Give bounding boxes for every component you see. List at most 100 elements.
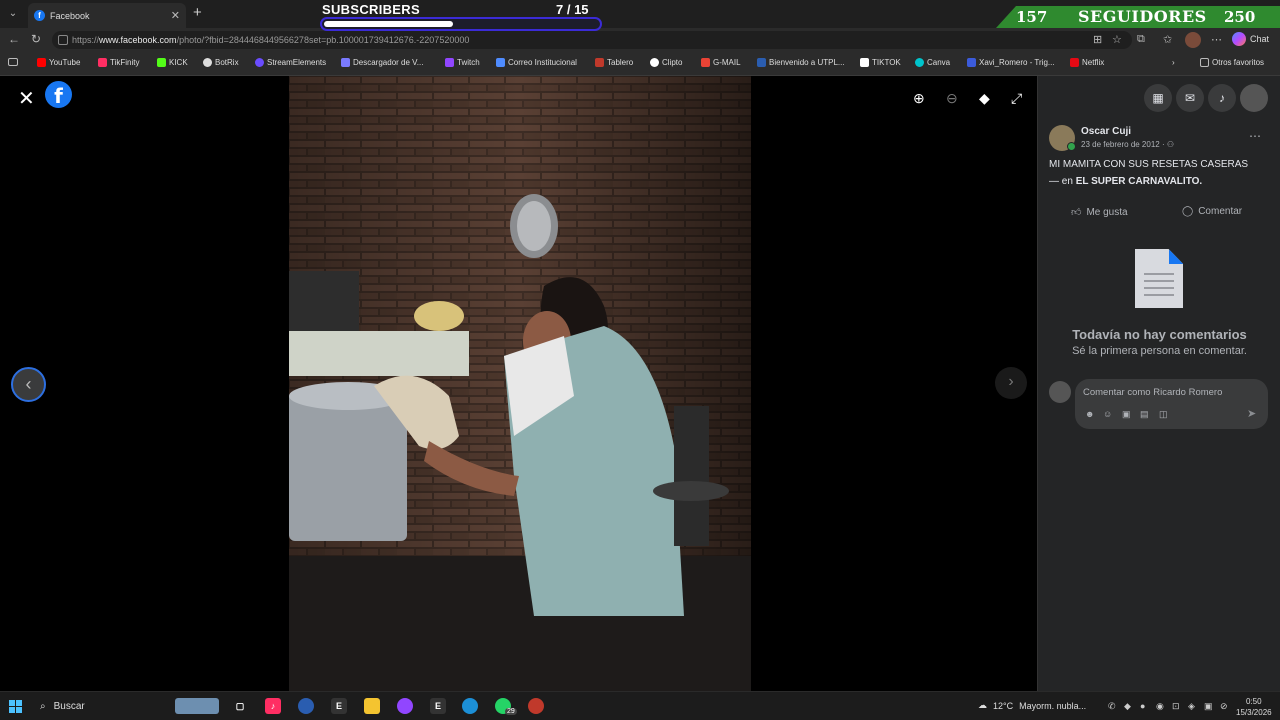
- profile-avatar[interactable]: [1185, 32, 1201, 48]
- account-avatar[interactable]: [1240, 84, 1268, 112]
- search-highlight-icon[interactable]: [175, 698, 219, 714]
- favorite-star-icon[interactable]: ☆: [1112, 33, 1122, 46]
- post-date[interactable]: 23 de febrero de 2012 · ⚇: [1081, 140, 1174, 149]
- followers-label: SEGUIDORES: [1078, 7, 1207, 26]
- post-photo[interactable]: [289, 76, 751, 691]
- bookmark-canva[interactable]: Canva: [915, 58, 950, 67]
- comment-placeholder: Comentar como Ricardo Romero: [1083, 387, 1223, 398]
- epic-launcher-icon[interactable]: E: [430, 698, 446, 714]
- tray-app-icon[interactable]: ◆: [1124, 701, 1131, 712]
- comment-button[interactable]: ◯ Comentar: [1182, 206, 1242, 217]
- obs-icon[interactable]: [397, 698, 413, 714]
- bookmark-botrix[interactable]: BotRix: [203, 58, 239, 67]
- address-bar[interactable]: https://www.facebook.com/photo/?fbid=284…: [52, 31, 1132, 49]
- subscribers-goal-overlay: SUBSCRIBERS 7 / 15: [320, 0, 605, 33]
- bookmark-tablero[interactable]: Tablero: [595, 58, 633, 67]
- system-clock[interactable]: 0:50 15/3/2026: [1236, 696, 1272, 718]
- app-icon[interactable]: [298, 698, 314, 714]
- back-icon[interactable]: ←: [8, 32, 20, 46]
- like-button[interactable]: 👍︎ Me gusta: [1071, 206, 1128, 219]
- post-options-icon[interactable]: ⋯: [1249, 129, 1261, 143]
- tab-search-icon[interactable]: ⌄: [5, 6, 21, 22]
- copilot-chat-button[interactable]: Chat: [1232, 32, 1269, 46]
- comment-input[interactable]: Comentar como Ricardo Romero ☻ ☺ ▣ ▤ ◫ ➤: [1075, 379, 1268, 429]
- volume-icon[interactable]: ◈: [1188, 701, 1195, 712]
- author-avatar[interactable]: [1049, 125, 1076, 151]
- search-icon: ⌕: [40, 701, 46, 712]
- file-explorer-icon[interactable]: [364, 698, 380, 714]
- bookmarks-overflow-icon[interactable]: ›: [1172, 58, 1175, 67]
- bookmark-gmail[interactable]: G-MAIL: [701, 58, 741, 67]
- edge-icon[interactable]: [462, 698, 478, 714]
- tagged-place-link[interactable]: EL SUPER CARNAVALITO.: [1076, 176, 1203, 187]
- camera-icon[interactable]: ▣: [1122, 409, 1131, 420]
- bookmark-descargador[interactable]: Descargador de V...: [341, 58, 423, 67]
- close-tab-icon[interactable]: ✕: [171, 9, 180, 22]
- tray-app3-icon[interactable]: ◉: [1156, 701, 1164, 712]
- apps-icon[interactable]: ⊞: [1093, 33, 1102, 46]
- author-name[interactable]: Oscar Cuji: [1081, 126, 1131, 137]
- botrix-icon: [203, 58, 212, 67]
- tikfinity-icon: [98, 58, 107, 67]
- whatsapp-badge: 29: [505, 708, 517, 715]
- bookmark-correo[interactable]: Correo Institucional: [496, 58, 577, 67]
- bookmark-tiktok[interactable]: TIKTOK: [860, 58, 901, 67]
- record-app-icon[interactable]: [528, 698, 544, 714]
- windows-taskbar: ⌕ Buscar ▢ ♪ E E 29 ☁ 12°C Mayorm. nubla…: [0, 691, 1280, 720]
- whatsapp-tray-icon[interactable]: ✆: [1108, 701, 1116, 712]
- facebook-favicon-icon: f: [34, 10, 45, 21]
- reload-icon[interactable]: ↻: [31, 32, 41, 46]
- menu-grid-icon[interactable]: ▦: [1144, 84, 1172, 112]
- bookmark-youtube[interactable]: YouTube: [37, 58, 80, 67]
- avatar-sticker-icon[interactable]: ☻: [1085, 409, 1094, 419]
- network-icon[interactable]: ⊡: [1172, 701, 1180, 712]
- bookmark-streamelements[interactable]: StreamElements: [255, 58, 326, 67]
- tray-app5-icon[interactable]: ⊘: [1220, 701, 1228, 712]
- bookmark-xavi-romero[interactable]: Xavi_Romero - Trig...: [967, 58, 1055, 67]
- notifications-bell-icon[interactable]: ♪: [1208, 84, 1236, 112]
- bookmark-clipto[interactable]: Clipto: [650, 58, 682, 67]
- tray-app4-icon[interactable]: ▣: [1204, 701, 1213, 712]
- facebook-logo-icon[interactable]: f: [45, 81, 72, 108]
- bookmark-kick[interactable]: KICK: [157, 58, 188, 67]
- close-viewer-icon[interactable]: ✕: [18, 86, 35, 111]
- followers-current: 157: [1016, 8, 1048, 26]
- emoji-icon[interactable]: ☺: [1103, 409, 1112, 419]
- bookmark-twitch[interactable]: Twitch: [445, 58, 480, 67]
- url-path: /photo/?fbid=2844468449566278set=pb.1000…: [176, 35, 470, 45]
- task-view-icon[interactable]: ▢: [232, 698, 248, 714]
- subscribers-label: SUBSCRIBERS: [322, 2, 420, 17]
- weather-widget[interactable]: ☁ 12°C Mayorm. nubla...: [978, 700, 1086, 711]
- bookmark-utpl[interactable]: Bienvenido a UTPL...: [757, 58, 845, 67]
- fullscreen-icon[interactable]: ⤢: [1011, 90, 1022, 107]
- sticker-icon[interactable]: ◫: [1159, 409, 1168, 420]
- site-info-icon[interactable]: [58, 35, 68, 45]
- bookmark-netflix[interactable]: Netflix: [1070, 58, 1104, 67]
- commenter-avatar[interactable]: [1049, 381, 1071, 403]
- photo-viewer: ✕ f ⊕ ⊖ ◆ ⤢ ‹ ›: [0, 76, 1037, 691]
- start-windows-icon[interactable]: [9, 700, 22, 713]
- bookmark-tikfinity[interactable]: TikFinity: [98, 58, 139, 67]
- reading-list-icon[interactable]: [8, 58, 18, 66]
- tag-icon[interactable]: ◆: [979, 90, 990, 107]
- other-favorites[interactable]: Otros favoritos: [1200, 58, 1264, 67]
- tab-facebook[interactable]: f Facebook ✕: [28, 3, 186, 28]
- tab-title: Facebook: [50, 10, 90, 21]
- extensions-icon[interactable]: ⧉: [1137, 33, 1145, 46]
- epic-games-icon[interactable]: E: [331, 698, 347, 714]
- tray-app2-icon[interactable]: ●: [1140, 701, 1145, 711]
- zoom-in-icon[interactable]: ⊕: [913, 90, 925, 107]
- gif-icon[interactable]: ▤: [1140, 409, 1149, 420]
- caption-prefix: — en: [1049, 176, 1076, 187]
- more-menu-icon[interactable]: ⋯: [1211, 33, 1222, 46]
- trigonometry-icon: [967, 58, 976, 67]
- favorites-icon[interactable]: ✩: [1163, 33, 1172, 46]
- zoom-out-icon[interactable]: ⊖: [946, 90, 958, 107]
- next-photo-button[interactable]: ›: [995, 367, 1027, 399]
- messenger-icon[interactable]: ✉: [1176, 84, 1204, 112]
- previous-photo-button[interactable]: ‹: [11, 367, 46, 402]
- tiktok-live-icon[interactable]: ♪: [265, 698, 281, 714]
- clock-time: 0:50: [1246, 697, 1262, 706]
- send-icon[interactable]: ➤: [1247, 407, 1256, 420]
- new-tab-icon[interactable]: +: [193, 4, 202, 21]
